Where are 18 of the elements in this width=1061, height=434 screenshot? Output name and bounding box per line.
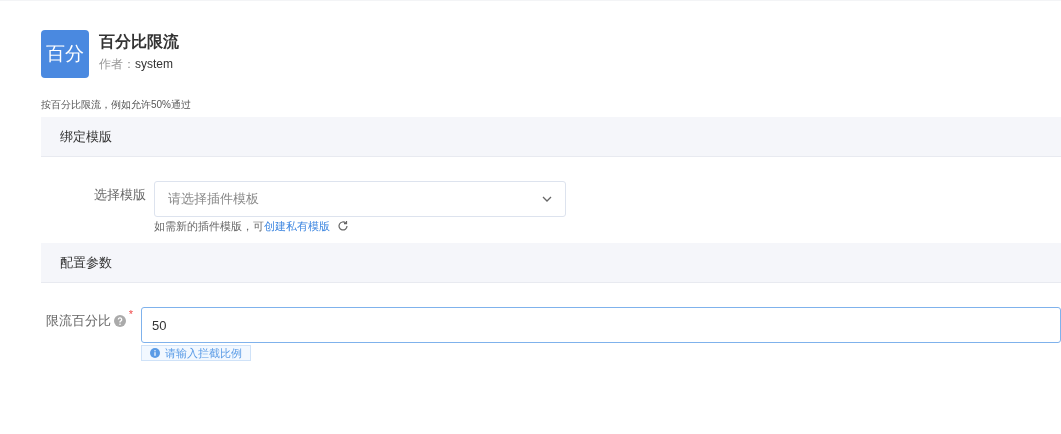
required-mark: *: [128, 309, 133, 319]
author-label: 作者：: [99, 56, 135, 72]
template-select[interactable]: 请选择插件模板: [154, 181, 566, 217]
hint-text: 如需新的插件模版，可: [154, 219, 264, 233]
section-title: 绑定模版: [60, 127, 112, 146]
plugin-title: 百分比限流: [99, 32, 179, 52]
create-template-link[interactable]: 创建私有模版: [264, 219, 330, 233]
field-label: 选择模版: [94, 186, 146, 204]
tip-text: 请输入拦截比例: [165, 346, 242, 360]
refresh-icon[interactable]: [337, 220, 349, 232]
plugin-logo: 百分: [41, 30, 89, 78]
section-title: 配置参数: [60, 253, 112, 272]
field-label: 限流百分比: [45, 312, 111, 330]
chevron-down-icon: [542, 196, 552, 202]
info-icon: [150, 348, 160, 358]
plugin-description: 按百分比限流，例如允许50%通过: [41, 98, 192, 112]
percentage-input[interactable]: 50: [141, 307, 1061, 343]
author-name: system: [135, 56, 173, 72]
